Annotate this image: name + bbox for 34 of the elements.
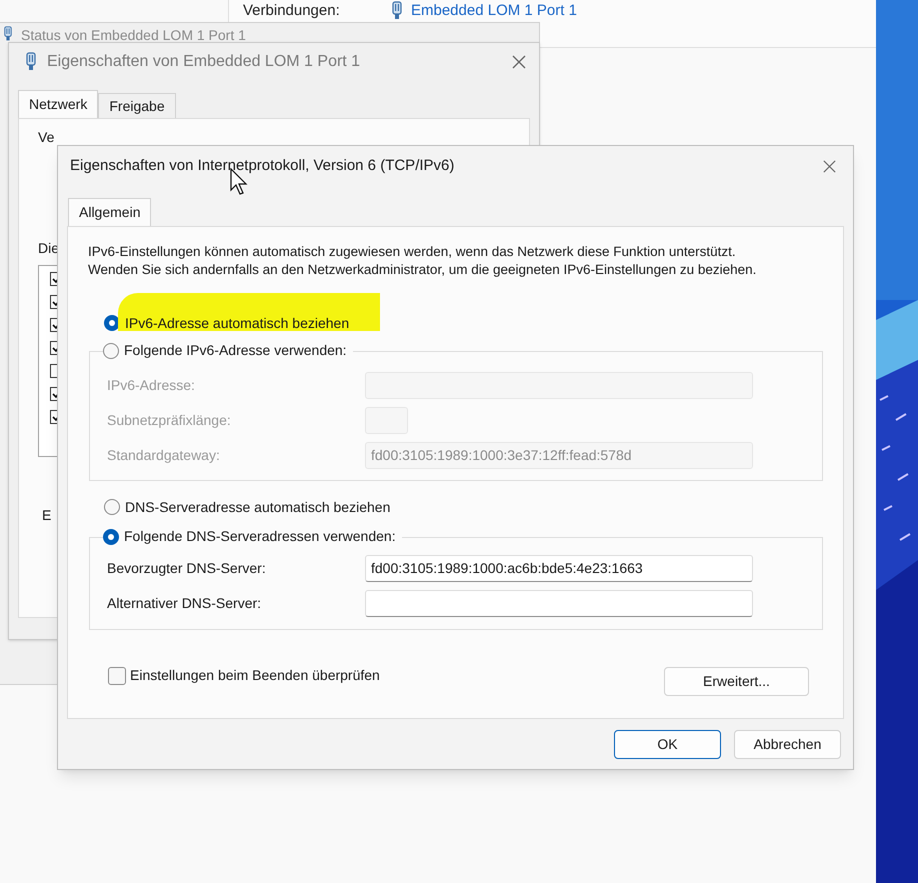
radio-label[interactable]: Folgende IPv6-Adresse verwenden:	[124, 340, 347, 361]
network-adapter-icon	[391, 1, 403, 22]
window-title: Eigenschaften von Embedded LOM 1 Port 1	[47, 52, 362, 72]
input-field[interactable]	[365, 590, 753, 617]
checkbox-label[interactable]: Einstellungen beim Beenden überprüfen	[130, 665, 664, 686]
network-adapter-icon	[3, 26, 13, 42]
tab[interactable]: Freigabe	[98, 93, 176, 118]
input-field[interactable]: fd00:3105:1989:1000:ac6b:bde5:4e23:1663	[365, 555, 753, 582]
radio-label[interactable]: DNS-Serveradresse automatisch beziehen	[125, 496, 390, 518]
close-icon[interactable]	[511, 54, 527, 70]
field-label: Standardgateway:	[107, 446, 221, 465]
radio-button[interactable]	[104, 499, 120, 515]
connections-label: Verbindungen:	[243, 1, 341, 21]
checkbox[interactable]	[108, 666, 126, 684]
dialog-button[interactable]: Abbrechen	[734, 730, 841, 759]
field-label: Alternativer DNS-Server:	[107, 594, 262, 613]
section-label: Ve	[38, 128, 54, 147]
close-icon[interactable]	[822, 158, 837, 174]
description-text: IPv6-Einstellungen können automatisch zugewiesen werden, wenn das Netzwerk diese Funktion unterstützt. Wenden Sie sich andernfalls an den Netzwerkadministrator, um die geeigneten IPv6-Einstellungen zu beziehen.	[88, 243, 758, 279]
radio-label[interactable]: IPv6-Adresse automatisch beziehen	[125, 312, 350, 334]
field-label: IPv6-Adresse:	[107, 376, 196, 395]
dialog-title: Eigenschaften von Internetprotokoll, Version 6 (TCP/IPv6)	[70, 156, 456, 176]
tab[interactable]: Allgemein	[68, 198, 152, 226]
field-label: Subnetzpräfixlänge:	[107, 411, 232, 430]
network-adapter-icon	[25, 52, 37, 72]
advanced-button[interactable]: Erweitert...	[664, 667, 809, 696]
field-label: Bevorzugter DNS-Server:	[107, 559, 267, 578]
window-title: Status von Embedded LOM 1 Port 1	[21, 26, 246, 45]
tab[interactable]: Netzwerk	[18, 90, 98, 118]
connection-link[interactable]: Embedded LOM 1 Port 1	[411, 0, 577, 22]
radio-button[interactable]	[103, 342, 119, 358]
radio-label[interactable]: Folgende DNS-Serveradressen verwenden:	[124, 526, 396, 547]
radio-button[interactable]	[103, 528, 119, 544]
dialog-button[interactable]: OK	[614, 730, 721, 759]
